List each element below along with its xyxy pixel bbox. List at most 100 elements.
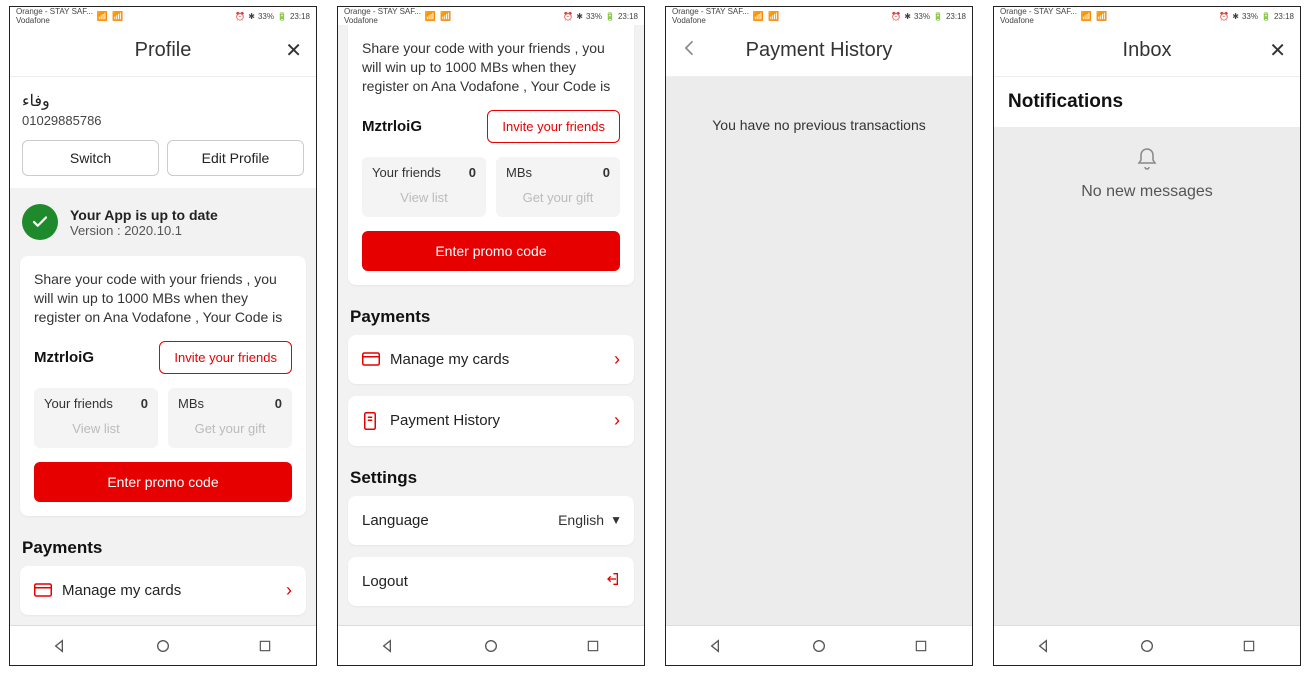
screen-payment-history: Orange - STAY SAF... Vodafone 📶 📶 ⏰ ✱ 33… [665, 6, 973, 666]
mbs-count: 0 [603, 165, 610, 180]
referral-code: MztrloiG [34, 349, 94, 366]
battery-percent: 33% [914, 12, 930, 21]
bluetooth-icon: ✱ [904, 12, 911, 21]
nav-back-icon[interactable] [379, 636, 399, 656]
carrier-label: Orange - STAY SAF... [1000, 7, 1077, 16]
nav-recent-icon[interactable] [583, 636, 603, 656]
friends-label: Your friends [44, 396, 113, 411]
battery-percent: 33% [586, 12, 602, 21]
battery-icon: 🔋 [277, 12, 287, 21]
close-icon[interactable]: ✕ [285, 41, 302, 61]
alarm-icon: ⏰ [563, 12, 573, 21]
empty-inbox: No new messages [994, 127, 1300, 221]
android-nav-bar [338, 625, 644, 665]
signal-icon-2: 📶 [1096, 11, 1107, 22]
carrier-label-2: Vodafone [16, 16, 93, 25]
app-version-notice: Your App is up to date Version : 2020.10… [10, 188, 316, 256]
language-item[interactable]: Language English ▼ [348, 496, 634, 545]
chevron-right-icon: › [614, 349, 620, 370]
receipt-icon [362, 412, 390, 430]
nav-recent-icon[interactable] [911, 636, 931, 656]
signal-icon-2: 📶 [440, 11, 451, 22]
uptodate-title: Your App is up to date [70, 207, 218, 223]
signal-icon: 📶 [425, 11, 436, 22]
payments-section-title: Payments [338, 297, 644, 335]
nav-back-icon[interactable] [51, 636, 71, 656]
payment-history-item[interactable]: Payment History › [348, 396, 634, 446]
mbs-label: MBs [178, 396, 204, 411]
status-bar: Orange - STAY SAF... Vodafone 📶 📶 ⏰ ✱ 33… [666, 7, 972, 25]
payment-history-label: Payment History [390, 412, 500, 429]
nav-recent-icon[interactable] [1239, 636, 1259, 656]
check-icon [22, 204, 58, 240]
alarm-icon: ⏰ [891, 12, 901, 21]
android-nav-bar [666, 625, 972, 665]
payments-section-title: Payments [10, 528, 316, 566]
empty-transactions-message: You have no previous transactions [666, 77, 972, 173]
battery-percent: 33% [1242, 12, 1258, 21]
edit-profile-button[interactable]: Edit Profile [167, 140, 304, 176]
nav-back-icon[interactable] [1035, 636, 1055, 656]
app-header: Profile ✕ [10, 25, 316, 77]
referral-card: Share your code with your friends , you … [20, 256, 306, 516]
manage-cards-item[interactable]: Manage my cards › [20, 566, 306, 615]
get-gift-button[interactable]: Get your gift [506, 186, 610, 209]
enter-promo-button[interactable]: Enter promo code [34, 462, 292, 502]
notifications-title: Notifications [994, 77, 1300, 127]
carrier-label: Orange - STAY SAF... [672, 7, 749, 16]
nav-back-icon[interactable] [707, 636, 727, 656]
language-label: Language [362, 512, 429, 529]
battery-icon: 🔋 [605, 12, 615, 21]
view-list-button[interactable]: View list [44, 417, 148, 440]
switch-button[interactable]: Switch [22, 140, 159, 176]
friends-count: 0 [141, 396, 148, 411]
settings-section-title: Settings [338, 458, 644, 496]
manage-cards-label: Manage my cards [62, 582, 181, 599]
nav-recent-icon[interactable] [255, 636, 275, 656]
page-title: Inbox [1123, 39, 1172, 62]
alarm-icon: ⏰ [1219, 12, 1229, 21]
card-icon [362, 352, 390, 366]
get-gift-button[interactable]: Get your gift [178, 417, 282, 440]
carrier-label-2: Vodafone [672, 16, 749, 25]
user-name: وفاء [22, 91, 304, 111]
signal-icon: 📶 [97, 11, 108, 22]
bluetooth-icon: ✱ [248, 12, 255, 21]
status-bar: Orange - STAY SAF... Vodafone 📶 📶 ⏰ ✱ 33… [994, 7, 1300, 25]
referral-code: MztrloiG [362, 118, 422, 135]
back-icon[interactable] [680, 38, 700, 64]
close-icon[interactable]: ✕ [1269, 41, 1286, 61]
signal-icon: 📶 [1081, 11, 1092, 22]
enter-promo-button[interactable]: Enter promo code [362, 231, 620, 271]
manage-cards-item[interactable]: Manage my cards › [348, 335, 634, 384]
bluetooth-icon: ✱ [576, 12, 583, 21]
referral-card: Share your code with your friends , you … [348, 25, 634, 285]
share-description: Share your code with your friends , you … [362, 39, 620, 96]
logout-item[interactable]: Logout [348, 557, 634, 606]
nav-home-icon[interactable] [481, 636, 501, 656]
battery-icon: 🔋 [1261, 12, 1271, 21]
manage-cards-label: Manage my cards [390, 351, 509, 368]
signal-icon-2: 📶 [768, 11, 779, 22]
user-info: وفاء 01029885786 Switch Edit Profile [10, 77, 316, 188]
nav-home-icon[interactable] [153, 636, 173, 656]
clock: 23:18 [618, 12, 638, 21]
nav-home-icon[interactable] [809, 636, 829, 656]
android-nav-bar [10, 625, 316, 665]
mbs-stat: MBs 0 Get your gift [496, 157, 620, 217]
battery-percent: 33% [258, 12, 274, 21]
mbs-count: 0 [275, 396, 282, 411]
invite-friends-button[interactable]: Invite your friends [487, 110, 620, 143]
nav-home-icon[interactable] [1137, 636, 1157, 656]
signal-icon-2: 📶 [112, 11, 123, 22]
status-bar: Orange - STAY SAF... Vodafone 📶 📶 ⏰ ✱ 33… [10, 7, 316, 25]
friends-stat: Your friends 0 View list [362, 157, 486, 217]
bell-icon [1004, 147, 1290, 177]
chevron-right-icon: › [286, 580, 292, 601]
friends-stat: Your friends 0 View list [34, 388, 158, 448]
invite-friends-button[interactable]: Invite your friends [159, 341, 292, 374]
logout-icon [604, 571, 620, 592]
view-list-button[interactable]: View list [372, 186, 476, 209]
screen-profile: Orange - STAY SAF... Vodafone 📶 📶 ⏰ ✱ 33… [9, 6, 317, 666]
no-messages-text: No new messages [1004, 183, 1290, 201]
